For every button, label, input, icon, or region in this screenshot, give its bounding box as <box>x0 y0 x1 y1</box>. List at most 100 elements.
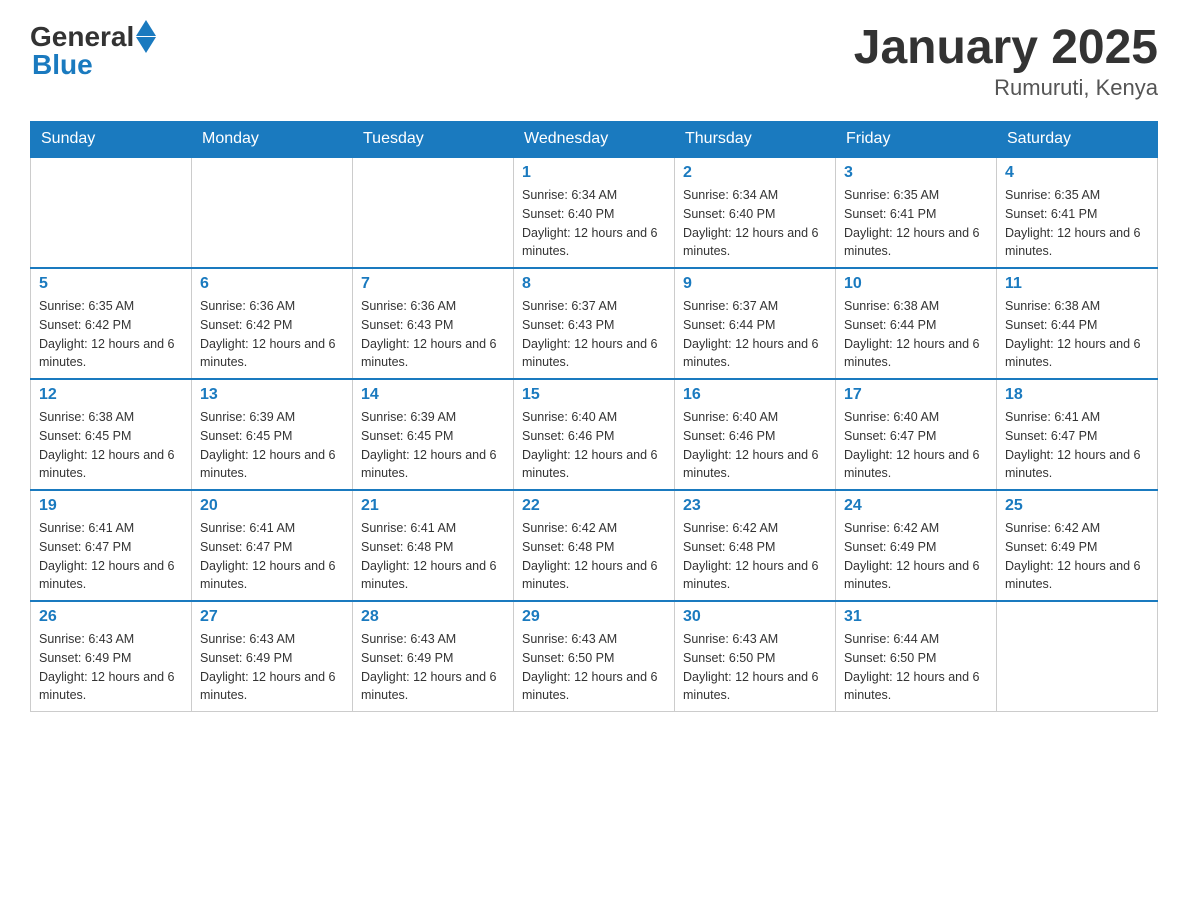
calendar-week-row: 19 Sunrise: 6:41 AMSunset: 6:47 PMDayligh… <box>31 490 1158 601</box>
calendar-cell: 28 Sunrise: 6:43 AMSunset: 6:49 PMDayligh… <box>353 601 514 712</box>
day-info: Sunrise: 6:41 AMSunset: 6:48 PMDaylight:… <box>361 519 505 594</box>
day-info: Sunrise: 6:36 AMSunset: 6:43 PMDaylight:… <box>361 297 505 372</box>
calendar-cell: 2Sunrise: 6:34 AMSunset: 6:40 PMDaylight… <box>675 157 836 268</box>
calendar-cell: 20 Sunrise: 6:41 AMSunset: 6:47 PMDayligh… <box>192 490 353 601</box>
day-info: Sunrise: 6:41 AMSunset: 6:47 PMDaylight:… <box>200 519 344 594</box>
calendar-cell: 6 Sunrise: 6:36 AMSunset: 6:42 PMDaylight… <box>192 268 353 379</box>
day-info: Sunrise: 6:42 AMSunset: 6:49 PMDaylight:… <box>844 519 988 594</box>
day-number: 14 <box>361 386 505 404</box>
day-number: 25 <box>1005 497 1149 515</box>
day-info: Sunrise: 6:43 AMSunset: 6:49 PMDaylight:… <box>39 630 183 705</box>
day-number: 6 <box>200 275 344 293</box>
day-number: 9 <box>683 275 827 293</box>
day-number: 21 <box>361 497 505 515</box>
day-info: Sunrise: 6:38 AMSunset: 6:44 PMDaylight:… <box>844 297 988 372</box>
calendar-table: SundayMondayTuesdayWednesdayThursdayFrid… <box>30 121 1158 712</box>
weekday-header: Monday <box>192 122 353 158</box>
day-number: 11 <box>1005 275 1149 293</box>
calendar-cell: 24 Sunrise: 6:42 AMSunset: 6:49 PMDayligh… <box>836 490 997 601</box>
day-number: 5 <box>39 275 183 293</box>
day-number: 31 <box>844 608 988 626</box>
day-info: Sunrise: 6:38 AMSunset: 6:45 PMDaylight:… <box>39 408 183 483</box>
calendar-cell: 18 Sunrise: 6:41 AMSunset: 6:47 PMDayligh… <box>997 379 1158 490</box>
day-info: Sunrise: 6:43 AMSunset: 6:50 PMDaylight:… <box>683 630 827 705</box>
day-number: 20 <box>200 497 344 515</box>
day-number: 8 <box>522 275 666 293</box>
day-info: Sunrise: 6:43 AMSunset: 6:50 PMDaylight:… <box>522 630 666 705</box>
day-info: Sunrise: 6:36 AMSunset: 6:42 PMDaylight:… <box>200 297 344 372</box>
calendar-cell: 8 Sunrise: 6:37 AMSunset: 6:43 PMDaylight… <box>514 268 675 379</box>
weekday-header: Friday <box>836 122 997 158</box>
calendar-cell: 9 Sunrise: 6:37 AMSunset: 6:44 PMDaylight… <box>675 268 836 379</box>
calendar-cell: 26Sunrise: 6:43 AMSunset: 6:49 PMDayligh… <box>31 601 192 712</box>
day-number: 29 <box>522 608 666 626</box>
calendar-cell: 30 Sunrise: 6:43 AMSunset: 6:50 PMDayligh… <box>675 601 836 712</box>
calendar-cell: 4 Sunrise: 6:35 AMSunset: 6:41 PMDaylight… <box>997 157 1158 268</box>
calendar-cell: 16 Sunrise: 6:40 AMSunset: 6:46 PMDayligh… <box>675 379 836 490</box>
day-number: 24 <box>844 497 988 515</box>
day-info: Sunrise: 6:42 AMSunset: 6:49 PMDaylight:… <box>1005 519 1149 594</box>
day-info: Sunrise: 6:43 AMSunset: 6:49 PMDaylight:… <box>200 630 344 705</box>
logo-blue-text: Blue <box>30 49 93 81</box>
calendar-header-row: SundayMondayTuesdayWednesdayThursdayFrid… <box>31 122 1158 158</box>
calendar-cell <box>997 601 1158 712</box>
calendar-cell: 1Sunrise: 6:34 AMSunset: 6:40 PMDaylight… <box>514 157 675 268</box>
logo-general-text: General <box>30 21 134 53</box>
day-number: 15 <box>522 386 666 404</box>
day-info: Sunrise: 6:35 AMSunset: 6:41 PMDaylight:… <box>1005 186 1149 261</box>
weekday-header: Saturday <box>997 122 1158 158</box>
day-number: 17 <box>844 386 988 404</box>
day-info: Sunrise: 6:35 AMSunset: 6:42 PMDaylight:… <box>39 297 183 372</box>
day-number: 18 <box>1005 386 1149 404</box>
day-number: 13 <box>200 386 344 404</box>
day-info: Sunrise: 6:37 AMSunset: 6:43 PMDaylight:… <box>522 297 666 372</box>
day-info: Sunrise: 6:34 AMSunset: 6:40 PMDaylight:… <box>522 186 666 261</box>
weekday-header: Wednesday <box>514 122 675 158</box>
day-number: 19 <box>39 497 183 515</box>
calendar-cell: 27 Sunrise: 6:43 AMSunset: 6:49 PMDayligh… <box>192 601 353 712</box>
day-info: Sunrise: 6:40 AMSunset: 6:46 PMDaylight:… <box>683 408 827 483</box>
calendar-cell: 7 Sunrise: 6:36 AMSunset: 6:43 PMDaylight… <box>353 268 514 379</box>
day-info: Sunrise: 6:39 AMSunset: 6:45 PMDaylight:… <box>361 408 505 483</box>
day-info: Sunrise: 6:43 AMSunset: 6:49 PMDaylight:… <box>361 630 505 705</box>
calendar-cell: 13 Sunrise: 6:39 AMSunset: 6:45 PMDayligh… <box>192 379 353 490</box>
calendar-cell: 21 Sunrise: 6:41 AMSunset: 6:48 PMDayligh… <box>353 490 514 601</box>
calendar-cell: 19 Sunrise: 6:41 AMSunset: 6:47 PMDayligh… <box>31 490 192 601</box>
calendar-cell: 12Sunrise: 6:38 AMSunset: 6:45 PMDayligh… <box>31 379 192 490</box>
calendar-cell <box>192 157 353 268</box>
day-number: 27 <box>200 608 344 626</box>
calendar-week-row: 12Sunrise: 6:38 AMSunset: 6:45 PMDayligh… <box>31 379 1158 490</box>
weekday-header: Sunday <box>31 122 192 158</box>
calendar-cell: 14 Sunrise: 6:39 AMSunset: 6:45 PMDayligh… <box>353 379 514 490</box>
calendar-cell: 5 Sunrise: 6:35 AMSunset: 6:42 PMDaylight… <box>31 268 192 379</box>
day-number: 4 <box>1005 164 1149 182</box>
calendar-week-row: 5 Sunrise: 6:35 AMSunset: 6:42 PMDaylight… <box>31 268 1158 379</box>
day-number: 30 <box>683 608 827 626</box>
day-number: 22 <box>522 497 666 515</box>
calendar-cell: 10Sunrise: 6:38 AMSunset: 6:44 PMDayligh… <box>836 268 997 379</box>
calendar-week-row: 26Sunrise: 6:43 AMSunset: 6:49 PMDayligh… <box>31 601 1158 712</box>
day-info: Sunrise: 6:35 AMSunset: 6:41 PMDaylight:… <box>844 186 988 261</box>
calendar-cell <box>31 157 192 268</box>
day-number: 28 <box>361 608 505 626</box>
day-number: 7 <box>361 275 505 293</box>
title-block: January 2025 Rumuruti, Kenya <box>854 20 1158 101</box>
day-info: Sunrise: 6:38 AMSunset: 6:44 PMDaylight:… <box>1005 297 1149 372</box>
calendar-cell: 25 Sunrise: 6:42 AMSunset: 6:49 PMDayligh… <box>997 490 1158 601</box>
calendar-week-row: 1Sunrise: 6:34 AMSunset: 6:40 PMDaylight… <box>31 157 1158 268</box>
day-info: Sunrise: 6:41 AMSunset: 6:47 PMDaylight:… <box>39 519 183 594</box>
calendar-cell: 23Sunrise: 6:42 AMSunset: 6:48 PMDayligh… <box>675 490 836 601</box>
calendar-cell: 15Sunrise: 6:40 AMSunset: 6:46 PMDayligh… <box>514 379 675 490</box>
weekday-header: Thursday <box>675 122 836 158</box>
day-number: 2 <box>683 164 827 182</box>
day-info: Sunrise: 6:41 AMSunset: 6:47 PMDaylight:… <box>1005 408 1149 483</box>
day-info: Sunrise: 6:37 AMSunset: 6:44 PMDaylight:… <box>683 297 827 372</box>
calendar-cell <box>353 157 514 268</box>
day-number: 23 <box>683 497 827 515</box>
day-info: Sunrise: 6:42 AMSunset: 6:48 PMDaylight:… <box>522 519 666 594</box>
subtitle: Rumuruti, Kenya <box>854 75 1158 101</box>
weekday-header: Tuesday <box>353 122 514 158</box>
calendar-cell: 11 Sunrise: 6:38 AMSunset: 6:44 PMDayligh… <box>997 268 1158 379</box>
day-info: Sunrise: 6:39 AMSunset: 6:45 PMDaylight:… <box>200 408 344 483</box>
day-number: 16 <box>683 386 827 404</box>
